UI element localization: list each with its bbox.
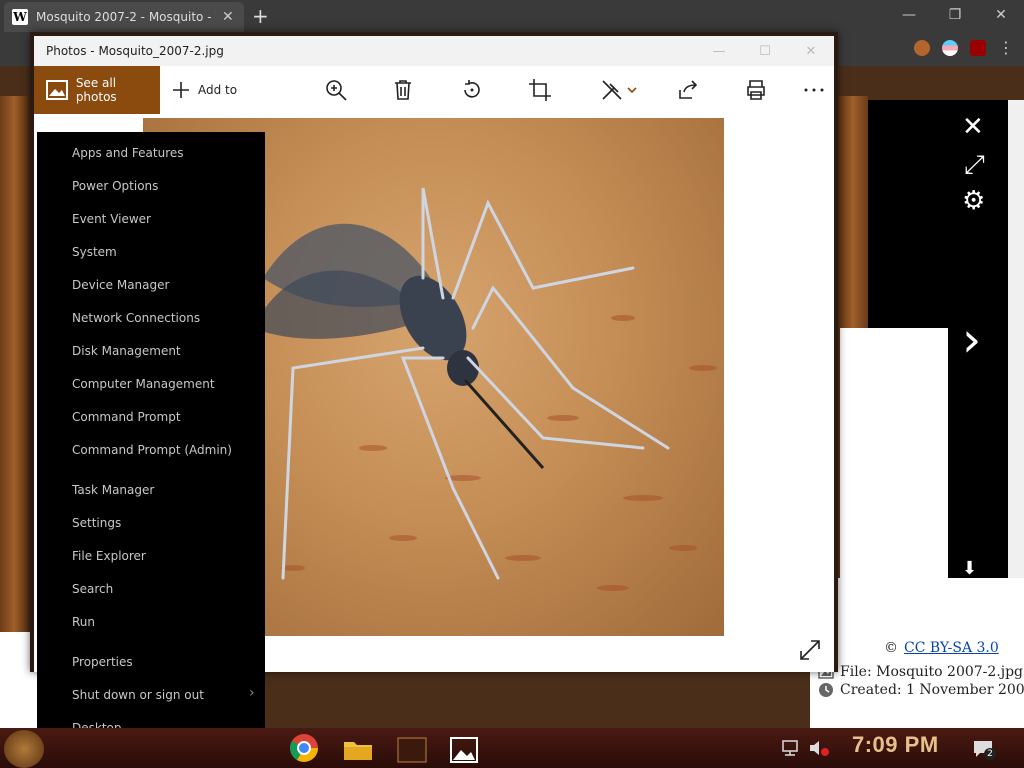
license-row: © CC BY-SA 3.0 [884, 640, 999, 656]
chrome-icon[interactable] [288, 732, 320, 764]
menu-item-file-explorer[interactable]: File Explorer [72, 549, 146, 563]
photos-minimize-button[interactable]: — [696, 36, 742, 66]
file-name-text: File: Mosquito 2007-2.jpg [840, 664, 1024, 680]
volume-muted-icon[interactable] [808, 739, 830, 757]
notification-count-badge: 2 [984, 748, 996, 760]
menu-item-search[interactable]: Search [72, 582, 113, 596]
flag-extension-icon[interactable] [942, 39, 958, 56]
app-thumbnail-icon[interactable] [396, 734, 428, 766]
system-tray [780, 728, 830, 768]
media-viewer-image-edge [840, 328, 948, 578]
menu-item-properties[interactable]: Properties [72, 655, 133, 669]
menu-item-run[interactable]: Run [72, 615, 95, 629]
more-options-icon[interactable] [802, 78, 826, 102]
browser-tab[interactable]: W Mosquito 2007-2 - Mosquito - W ✕ [4, 2, 244, 32]
print-icon[interactable] [744, 78, 768, 102]
submenu-arrow-icon: › [249, 685, 255, 701]
photos-title-bar: Photos - Mosquito_2007-2.jpg — ☐ ✕ [34, 36, 834, 66]
start-gear-button[interactable] [4, 730, 44, 768]
action-center-button[interactable]: 2 [972, 738, 996, 762]
menu-item-disk-management[interactable]: Disk Management [72, 344, 181, 358]
network-icon[interactable] [780, 739, 800, 757]
fullscreen-icon[interactable] [798, 638, 822, 662]
menu-item-network-connections[interactable]: Network Connections [72, 311, 200, 325]
photos-taskbar-icon[interactable] [448, 734, 480, 766]
menu-item-settings[interactable]: Settings [72, 516, 121, 530]
next-arrow-icon[interactable]: › [962, 312, 981, 368]
delete-icon[interactable] [391, 78, 415, 102]
created-row: Created: 1 November 2007 [818, 682, 1024, 698]
browser-menu-icon[interactable]: ⋮ [998, 38, 1014, 57]
wikipedia-favicon-icon: W [12, 9, 28, 25]
tab-close-icon[interactable]: ✕ [222, 9, 234, 25]
edit-create-icon[interactable] [600, 78, 624, 102]
clock-icon [819, 683, 833, 697]
add-to-button[interactable]: Add to [172, 66, 237, 114]
minimize-button[interactable]: — [886, 0, 932, 30]
photos-maximize-button[interactable]: ☐ [742, 36, 788, 66]
maximize-button[interactable]: ❐ [932, 0, 978, 30]
see-all-photos-button[interactable]: See all photos [34, 66, 160, 114]
file-explorer-icon[interactable] [342, 734, 374, 766]
close-icon[interactable]: ✕ [962, 112, 984, 142]
rotate-icon[interactable] [460, 78, 484, 102]
share-icon[interactable] [676, 78, 700, 102]
start-context-menu: Apps and Features Power Options Event Vi… [37, 132, 265, 748]
cc-icon: © [884, 640, 898, 656]
see-all-photos-label: See all photos [75, 76, 117, 104]
license-link[interactable]: CC BY-SA 3.0 [904, 640, 999, 656]
photos-window-title: Photos - Mosquito_2007-2.jpg [46, 44, 224, 58]
close-window-button[interactable]: ✕ [978, 0, 1024, 30]
plus-icon [173, 82, 189, 98]
menu-item-command-prompt-admin[interactable]: Command Prompt (Admin) [72, 443, 232, 457]
extension-icons: ⋮ [914, 38, 1014, 57]
add-to-label: Add to [198, 83, 238, 97]
chevron-down-icon[interactable] [626, 78, 638, 102]
menu-item-task-manager[interactable]: Task Manager [72, 483, 154, 497]
expand-icon[interactable]: ⤢ [964, 150, 985, 181]
zoom-in-icon[interactable] [324, 78, 348, 102]
gear-icon[interactable]: ⚙ [962, 186, 985, 216]
crop-icon[interactable] [528, 78, 552, 102]
menu-item-system[interactable]: System [72, 245, 117, 259]
browser-tab-bar: W Mosquito 2007-2 - Mosquito - W ✕ + — ❐… [0, 0, 1024, 32]
menu-item-command-prompt[interactable]: Command Prompt [72, 410, 181, 424]
avatar-icon[interactable] [914, 39, 930, 56]
photos-toolbar: See all photos Add to [34, 66, 834, 114]
new-tab-button[interactable]: + [252, 4, 269, 28]
screen: { "browser": { "tab_title": "Mosquito 20… [0, 0, 1024, 768]
browser-tab-title: Mosquito 2007-2 - Mosquito - W [36, 10, 216, 24]
download-icon[interactable]: ⬇ [962, 558, 977, 579]
clock-time[interactable]: 7:09 PM [852, 732, 939, 758]
file-row: File: Mosquito 2007-2.jpg [818, 664, 1023, 680]
menu-item-power-options[interactable]: Power Options [72, 179, 158, 193]
created-date-text: Created: 1 November 2007 [840, 682, 1024, 698]
menu-item-event-viewer[interactable]: Event Viewer [72, 212, 151, 226]
menu-item-apps-and-features[interactable]: Apps and Features [72, 146, 184, 160]
photos-close-button[interactable]: ✕ [788, 36, 834, 66]
menu-item-device-manager[interactable]: Device Manager [72, 278, 169, 292]
menu-item-computer-management[interactable]: Computer Management [72, 377, 215, 391]
menu-item-shut-down[interactable]: Shut down or sign out [72, 688, 204, 702]
browser-window-controls: — ❐ ✕ [886, 0, 1024, 30]
photos-window-controls: — ☐ ✕ [696, 36, 834, 66]
photo-gallery-icon [46, 80, 68, 100]
ublock-icon[interactable] [970, 39, 986, 56]
image-credits-panel: © CC BY-SA 3.0 File: Mosquito 2007-2.jpg… [810, 578, 1024, 728]
